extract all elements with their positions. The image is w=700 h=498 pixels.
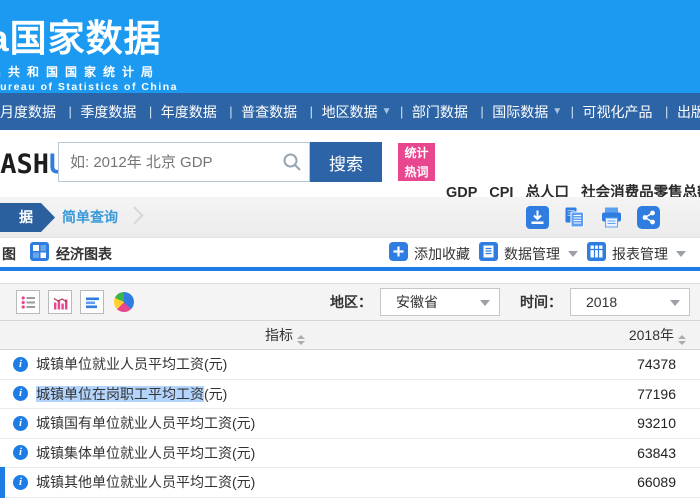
- nav-item[interactable]: 季度数据: [60, 102, 140, 122]
- nav-item[interactable]: 普查数据: [221, 102, 301, 122]
- logo-title: a国家数据: [0, 8, 178, 62]
- tab-data-map-partial[interactable]: 图: [2, 244, 16, 264]
- info-icon[interactable]: i: [13, 386, 28, 401]
- indicator-value: 74378: [570, 356, 700, 372]
- chevron-down-icon: [670, 300, 680, 306]
- nav-item[interactable]: 出版物: [657, 102, 700, 122]
- breadcrumb-bar: 据 简单查询: [0, 197, 700, 238]
- logo-org-en: Bureau of Statistics of China: [0, 81, 178, 93]
- site-logo[interactable]: a国家数据 民共和国国家统计局 Bureau of Statistics of …: [0, 8, 178, 93]
- nav-item[interactable]: 月度数据: [0, 102, 60, 122]
- main-nav: 月度数据 季度数据 年度数据 普查数据 地区数据▼ 部门数据 国际数据▼ 可视化…: [0, 93, 700, 130]
- table-action-icons: [526, 206, 660, 234]
- report-manage-menu[interactable]: 报表管理: [587, 242, 686, 266]
- chevron-down-icon: [676, 251, 686, 257]
- indicator-value: 63843: [570, 445, 700, 461]
- indicator-value: 77196: [570, 386, 700, 402]
- sort-icon: [678, 335, 686, 345]
- document-icon: [479, 242, 498, 266]
- indicator-label: 城镇其他单位就业人员平均工资(元): [36, 472, 570, 492]
- indicator-label: 城镇集体单位就业人员平均工资(元): [36, 443, 570, 463]
- copy-icon[interactable]: [563, 206, 586, 234]
- table-row[interactable]: i 城镇集体单位就业人员平均工资(元) 63843: [0, 439, 700, 469]
- view-switcher: [16, 290, 136, 314]
- search-input[interactable]: [58, 142, 310, 182]
- column-header-year[interactable]: 2018年: [570, 325, 700, 345]
- shuju-brand-logo: IASHU: [0, 149, 65, 180]
- chevron-down-icon: [568, 251, 578, 257]
- bar-chart-view-icon[interactable]: [48, 290, 72, 314]
- breadcrumb-current[interactable]: 简单查询: [62, 197, 118, 238]
- breadcrumb-root-tab[interactable]: 据: [0, 203, 55, 232]
- search-section: IASHU 搜索 统计热词 GDP CPI 总人口 社会消费品零售总额 粮食产量…: [0, 130, 700, 197]
- site-masthead: a国家数据 民共和国国家统计局 Bureau of Statistics of …: [0, 0, 700, 93]
- time-label: 时间：: [520, 292, 562, 312]
- region-label: 地区：: [330, 292, 372, 312]
- tab-label: 经济图表: [56, 244, 112, 264]
- indicator-table: 指标 2018年 i 城镇单位就业人员平均工资(元) 74378 i 城镇单位在…: [0, 320, 700, 498]
- chevron-down-icon: [480, 300, 490, 306]
- nav-item[interactable]: 地区数据▼: [301, 102, 391, 122]
- share-icon[interactable]: [637, 206, 660, 234]
- table-header: 指标 2018年: [0, 320, 700, 350]
- left-edge-accent-bar: [0, 467, 5, 498]
- region-dropdown[interactable]: 安徽省: [380, 288, 500, 316]
- indicator-value: 66089: [570, 474, 700, 490]
- table-row[interactable]: i 城镇单位在岗职工平均工资(元) 77196: [0, 380, 700, 410]
- hbar-chart-view-icon[interactable]: [80, 290, 104, 314]
- search-button[interactable]: 搜索: [310, 142, 382, 182]
- indicator-label: 城镇国有单位就业人员平均工资(元): [36, 413, 570, 433]
- indicator-label: 城镇单位在岗职工平均工资(元): [36, 384, 570, 404]
- info-icon[interactable]: i: [13, 475, 28, 490]
- time-dropdown[interactable]: 2018: [570, 288, 690, 316]
- nav-item[interactable]: 可视化产品: [562, 102, 656, 122]
- breadcrumb-chevron-icon: [125, 206, 143, 224]
- table-row[interactable]: i 城镇单位就业人员平均工资(元) 74378: [0, 350, 700, 380]
- indicator-label: 城镇单位就业人员平均工资(元): [36, 354, 570, 374]
- search-icon[interactable]: [282, 152, 302, 177]
- data-manage-menu[interactable]: 数据管理: [479, 242, 578, 266]
- table-row[interactable]: i 城镇国有单位就业人员平均工资(元) 93210: [0, 409, 700, 439]
- info-icon[interactable]: i: [13, 416, 28, 431]
- page: a国家数据 民共和国国家统计局 Bureau of Statistics of …: [0, 0, 700, 498]
- tab-economic-charts[interactable]: 经济图表: [30, 242, 112, 266]
- grid-icon: [30, 242, 49, 266]
- list-view-icon[interactable]: [16, 290, 40, 314]
- table-body: i 城镇单位就业人员平均工资(元) 74378 i 城镇单位在岗职工平均工资(元…: [0, 350, 700, 498]
- add-favorite-button[interactable]: 添加收藏: [389, 242, 470, 266]
- plus-icon: [389, 242, 408, 266]
- info-icon[interactable]: i: [13, 357, 28, 372]
- info-icon[interactable]: i: [13, 445, 28, 460]
- chevron-down-icon: ▼: [552, 106, 562, 117]
- tab-actions: 添加收藏 数据管理 报表管理: [389, 242, 686, 266]
- region-filter: 地区： 安徽省: [330, 288, 500, 316]
- table-row[interactable]: i 城镇其他单位就业人员平均工资(元) 66089: [0, 468, 700, 498]
- nav-item[interactable]: 部门数据: [391, 102, 471, 122]
- nav-item[interactable]: 年度数据: [140, 102, 220, 122]
- time-filter: 时间： 2018: [520, 288, 690, 316]
- column-header-indicator[interactable]: 指标: [0, 325, 570, 345]
- hot-words-badge: 统计热词: [398, 143, 435, 181]
- tab-bar: 图 经济图表 添加收藏 数据管理: [0, 238, 700, 271]
- logo-org-cn: 民共和国国家统计局: [0, 63, 178, 80]
- download-icon[interactable]: [526, 206, 549, 234]
- pie-chart-view-icon[interactable]: [112, 290, 136, 314]
- filter-toolbar: 地区： 安徽省 时间： 2018: [0, 283, 700, 320]
- sort-icon: [297, 335, 305, 345]
- table-icon: [587, 242, 606, 266]
- nav-item[interactable]: 国际数据▼: [472, 102, 562, 122]
- chevron-down-icon: ▼: [382, 106, 392, 117]
- print-icon[interactable]: [600, 206, 623, 234]
- indicator-value: 93210: [570, 415, 700, 431]
